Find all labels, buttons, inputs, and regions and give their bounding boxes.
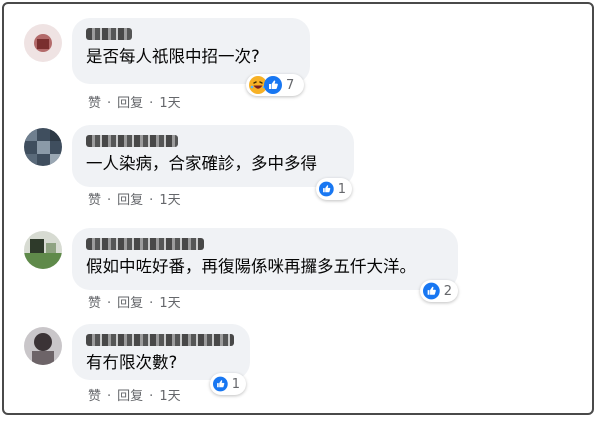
reaction-count: 1 <box>337 181 346 197</box>
reaction-summary[interactable]: 1 <box>316 178 352 200</box>
reaction-count: 1 <box>231 376 240 392</box>
separator-dot: · <box>149 96 154 111</box>
separator-dot: · <box>107 296 112 311</box>
reaction-count: 7 <box>286 77 295 93</box>
separator-dot: · <box>107 389 112 404</box>
like-action[interactable]: 赞 <box>88 385 101 404</box>
like-action[interactable]: 赞 <box>88 189 101 208</box>
like-icon <box>213 376 228 392</box>
reaction-summary[interactable]: 7 <box>246 74 304 96</box>
comment-actions: 赞 · 回复 · 1天 <box>88 92 181 111</box>
comment-actions: 赞 · 回复 · 1天 <box>88 292 181 311</box>
like-icon <box>264 76 282 94</box>
avatar[interactable] <box>24 128 62 166</box>
author-name-redacted[interactable] <box>86 135 178 147</box>
comment-text: 是否每人祇限中招一次? <box>86 47 260 66</box>
timestamp[interactable]: 1天 <box>159 385 180 404</box>
timestamp[interactable]: 1天 <box>159 292 180 311</box>
separator-dot: · <box>149 193 154 208</box>
comment-actions: 赞 · 回复 · 1天 <box>88 385 181 404</box>
comment-bubble: 假如中咗好番，再復陽係咪再攞多五仟大洋。 <box>72 228 458 290</box>
separator-dot: · <box>149 296 154 311</box>
reply-action[interactable]: 回复 <box>117 385 143 404</box>
timestamp[interactable]: 1天 <box>159 189 180 208</box>
comment-text: 一人染病，合家確診，多中多得 <box>86 154 317 173</box>
separator-dot: · <box>107 96 112 111</box>
avatar[interactable] <box>24 327 62 365</box>
author-name-redacted[interactable] <box>86 334 234 346</box>
reaction-summary[interactable]: 1 <box>210 373 246 395</box>
reaction-count: 2 <box>443 283 452 299</box>
like-icon <box>319 181 334 197</box>
separator-dot: · <box>149 389 154 404</box>
reply-action[interactable]: 回复 <box>117 92 143 111</box>
reply-action[interactable]: 回复 <box>117 189 143 208</box>
reaction-summary[interactable]: 2 <box>420 280 458 302</box>
comments-panel: 是否每人祇限中招一次? 7 赞 · 回复 · 1天 一人染病，合家確診，多中多得 1 赞… <box>2 2 594 415</box>
author-name-redacted[interactable] <box>86 28 132 40</box>
like-action[interactable]: 赞 <box>88 292 101 311</box>
comment-bubble: 有冇限次數? <box>72 324 250 380</box>
comment-text: 假如中咗好番，再復陽係咪再攞多五仟大洋。 <box>86 257 416 276</box>
comment-text: 有冇限次數? <box>86 353 178 372</box>
reply-action[interactable]: 回复 <box>117 292 143 311</box>
timestamp[interactable]: 1天 <box>159 92 180 111</box>
like-action[interactable]: 赞 <box>88 92 101 111</box>
author-name-redacted[interactable] <box>86 238 204 250</box>
separator-dot: · <box>107 193 112 208</box>
comment-bubble: 一人染病，合家確診，多中多得 <box>72 125 354 187</box>
avatar[interactable] <box>24 231 62 269</box>
comment-actions: 赞 · 回复 · 1天 <box>88 189 181 208</box>
avatar[interactable] <box>24 24 62 62</box>
like-icon <box>423 282 440 300</box>
